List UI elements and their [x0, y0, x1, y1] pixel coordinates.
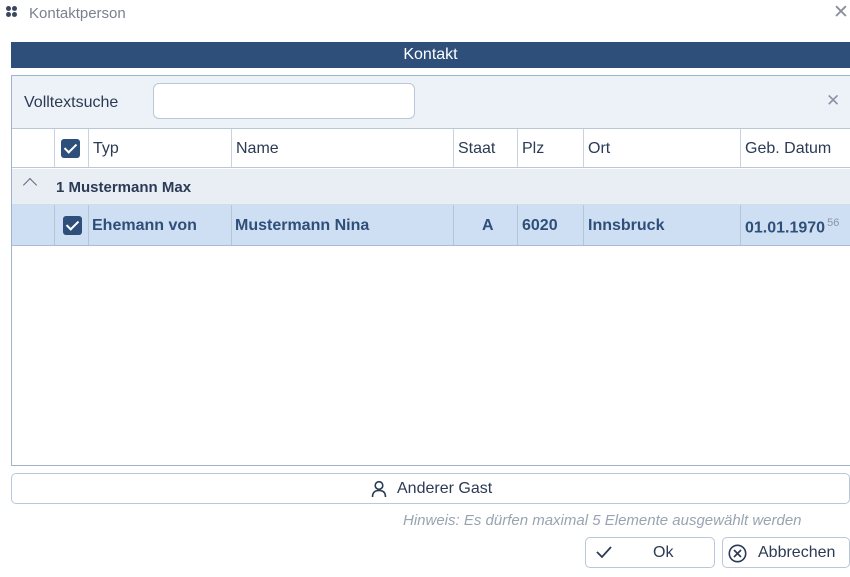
cancel-label: Abbrechen	[758, 544, 836, 561]
ok-label: Ok	[653, 544, 674, 561]
chevron-up-icon[interactable]	[22, 177, 38, 193]
group-label: 1 Mustermann Max	[56, 179, 192, 196]
column-header-label: Plz	[522, 140, 545, 157]
contact-grid: Volltextsuche ✕ Typ Name Staat Plz Ort G…	[11, 75, 850, 466]
cell-geb-datum-value: 01.01.1970 56	[745, 217, 839, 237]
group-row[interactable]: 1 Mustermann Max	[12, 169, 850, 205]
table-row[interactable]: Ehemann von Mustermann Nina A 6020 Innsb…	[12, 205, 850, 246]
circle-x-icon	[728, 544, 747, 563]
cell-typ: Ehemann von	[88, 205, 231, 245]
person-icon	[371, 480, 387, 498]
cell-plz-value: 6020	[522, 217, 558, 234]
age-badge: 56	[827, 217, 840, 229]
check-icon	[596, 546, 612, 559]
cell-ort-value: Innsbruck	[588, 217, 665, 234]
column-header-label: Name	[236, 140, 279, 157]
column-header-typ[interactable]: Typ	[88, 129, 231, 167]
column-header-label: Geb. Datum	[745, 140, 832, 157]
cell-staat: A	[453, 205, 517, 245]
cancel-button[interactable]: Abbrechen	[722, 537, 850, 568]
other-guest-label: Anderer Gast	[397, 480, 493, 497]
row-select[interactable]	[54, 205, 88, 245]
search-bar: Volltextsuche ✕	[12, 76, 850, 128]
app-dots-icon	[6, 6, 20, 20]
column-header-plz[interactable]: Plz	[517, 129, 583, 167]
row-checkbox[interactable]	[63, 216, 82, 235]
cell-staat-value: A	[482, 217, 494, 234]
section-header: Kontakt	[11, 42, 850, 68]
cell-ort: Innsbruck	[583, 205, 740, 245]
birth-date: 01.01.1970	[745, 219, 826, 237]
ok-button[interactable]: Ok	[585, 537, 715, 568]
cell-plz: 6020	[517, 205, 583, 245]
search-input[interactable]	[153, 83, 415, 119]
column-header-label: Ort	[588, 140, 611, 157]
title-bar: Kontaktperson ✕	[0, 0, 850, 28]
selection-hint: Hinweis: Es dürfen maximal 5 Elemente au…	[403, 512, 802, 529]
cell-typ-value: Ehemann von	[92, 217, 197, 234]
header-spacer	[12, 129, 54, 167]
cell-name-value: Mustermann Nina	[235, 217, 370, 234]
column-header-name[interactable]: Name	[231, 129, 453, 167]
clear-icon[interactable]: ✕	[826, 91, 840, 111]
header-select-all[interactable]	[54, 129, 88, 167]
row-spacer	[12, 205, 54, 245]
column-header-ort[interactable]: Ort	[583, 129, 740, 167]
window-title: Kontaktperson	[29, 5, 126, 22]
column-header-staat[interactable]: Staat	[453, 129, 517, 167]
column-header-label: Staat	[458, 140, 496, 157]
column-header-label: Typ	[93, 140, 119, 157]
cell-geb-datum: 01.01.1970 56	[740, 205, 850, 245]
other-guest-button[interactable]: Anderer Gast	[11, 473, 850, 504]
close-icon[interactable]: ✕	[833, 3, 849, 23]
column-header-geb-datum[interactable]: Geb. Datum	[740, 129, 850, 167]
select-all-checkbox[interactable]	[61, 139, 80, 158]
column-header-row: Typ Name Staat Plz Ort Geb. Datum	[12, 128, 850, 168]
search-label: Volltextsuche	[24, 94, 119, 111]
cell-name: Mustermann Nina	[231, 205, 453, 245]
